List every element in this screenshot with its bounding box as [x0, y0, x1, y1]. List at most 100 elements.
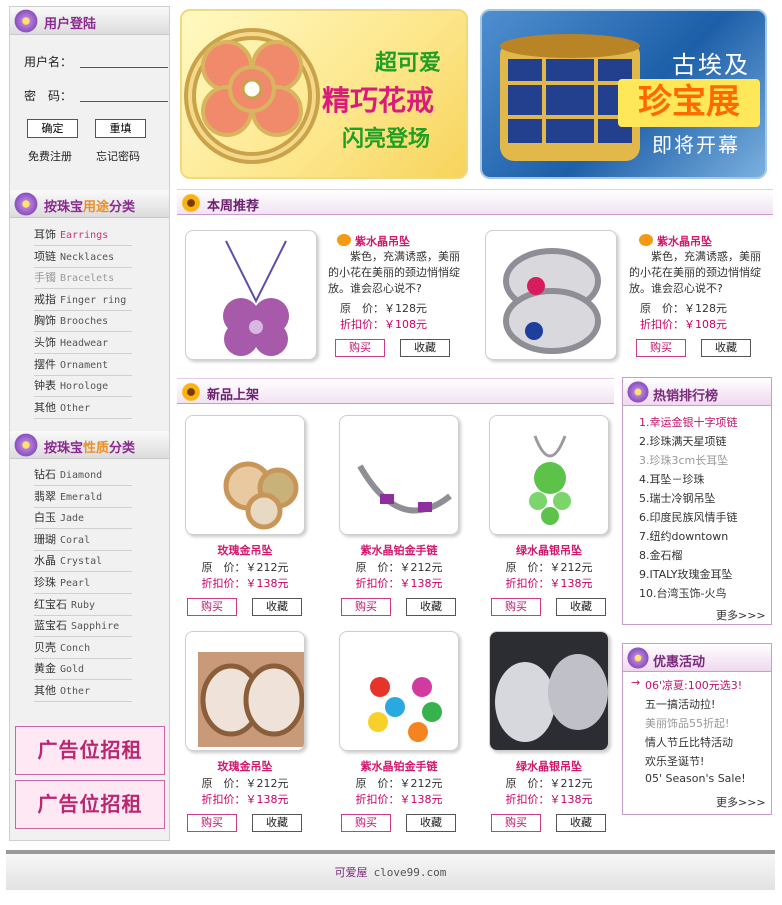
fire-icon — [639, 234, 653, 246]
category-item[interactable]: 戒指 Finger ring — [34, 290, 132, 311]
promotion-item[interactable]: 五一搞活动拉! — [645, 696, 715, 712]
new-product-name[interactable]: 玫瑰金吊坠 — [180, 542, 310, 558]
favorite-button[interactable]: 收藏 — [701, 339, 751, 357]
sunflower-icon — [181, 382, 201, 402]
hot-sales-item[interactable]: 9.ITALY玫瑰金耳坠 — [639, 566, 733, 582]
hot-sales-item[interactable]: 10.台湾玉饰-火鸟 — [639, 585, 726, 601]
username-row: 用户名： — [24, 53, 169, 70]
category-name-en: Diamond — [60, 470, 103, 481]
username-input[interactable] — [80, 56, 169, 68]
category-name: 翡翠 — [34, 489, 56, 503]
buy-button[interactable]: 购买 — [335, 339, 385, 357]
category-item[interactable]: 头饰 Headwear — [34, 333, 132, 354]
hot-sales-item[interactable]: 8.金石榴 — [639, 547, 683, 563]
category-name-en: Gold — [60, 664, 85, 676]
category-item[interactable]: 珍珠 Pearl — [34, 573, 132, 594]
promotion-item[interactable]: 欢乐圣诞节! — [645, 753, 704, 769]
category-item[interactable]: 其他 Other — [34, 681, 132, 702]
register-link[interactable]: 免费注册 — [28, 148, 72, 164]
new-product-image[interactable] — [489, 415, 609, 535]
category-item[interactable]: 白玉 Jade — [34, 508, 132, 530]
new-product-name[interactable]: 绿水晶银吊坠 — [484, 542, 614, 558]
hot-sales-item[interactable]: 2.珍珠满天星项链 — [639, 433, 727, 449]
favorite-button[interactable]: 收藏 — [556, 814, 606, 832]
category-name-en: Other — [60, 402, 91, 414]
favorite-button[interactable]: 收藏 — [400, 339, 450, 357]
usage-category-title: 按珠宝用途分类 — [44, 200, 136, 215]
new-product-image[interactable] — [339, 631, 459, 751]
promotion-item[interactable]: 美丽饰品55折起! — [645, 715, 729, 731]
left-sidebar: 用户登陆 用户名： 密 码： 确定 重填 免费注册 忘记密码 按珠宝用途分类 耳… — [9, 6, 170, 841]
ad-banner-2[interactable]: 广告位招租 — [15, 780, 165, 829]
weekly-product-image[interactable] — [485, 230, 617, 360]
category-item[interactable]: 黄金 Gold — [34, 659, 132, 681]
confirm-button[interactable]: 确定 — [27, 119, 78, 138]
buy-button[interactable]: 购买 — [341, 814, 391, 832]
new-product-image[interactable] — [185, 415, 305, 535]
forgot-password-link[interactable]: 忘记密码 — [96, 148, 140, 164]
new-product-name[interactable]: 玫瑰金吊坠 — [180, 758, 310, 774]
password-input[interactable] — [80, 90, 169, 102]
favorite-button[interactable]: 收藏 — [252, 598, 302, 616]
category-item[interactable]: 水晶 Crystal — [34, 551, 132, 573]
banner-right-line2: 珍宝展 — [618, 79, 760, 127]
buy-button[interactable]: 购买 — [187, 814, 237, 832]
new-product-image[interactable] — [185, 631, 305, 751]
favorite-button[interactable]: 收藏 — [252, 814, 302, 832]
banner-left-line2: 精巧花戒 — [322, 84, 435, 117]
category-item[interactable]: 手镯 Bracelets — [34, 268, 132, 290]
hot-sales-item[interactable]: 3.珍珠3cm长耳坠 — [639, 452, 728, 468]
category-name-en: Coral — [60, 534, 91, 546]
category-name: 白玉 — [34, 511, 56, 525]
weekly-product-name[interactable]: 紫水晶吊坠 — [657, 233, 712, 249]
banner-egypt-exhibition[interactable]: 古埃及 珍宝展 即将开幕 — [480, 9, 767, 179]
category-name: 红宝石 — [34, 597, 67, 611]
hot-sales-item[interactable]: 5.瑞士冷钢吊坠 — [639, 490, 716, 506]
favorite-button[interactable]: 收藏 — [556, 598, 606, 616]
new-product-name[interactable]: 紫水晶铂金手链 — [334, 542, 464, 558]
category-name: 戒指 — [34, 292, 56, 306]
category-item[interactable]: 摆件 Ornament — [34, 355, 132, 376]
new-product-image[interactable] — [489, 631, 609, 751]
category-item[interactable]: 钟表 Horologe — [34, 376, 132, 398]
buy-button[interactable]: 购买 — [491, 598, 541, 616]
buy-button[interactable]: 购买 — [491, 814, 541, 832]
ad-banner-1[interactable]: 广告位招租 — [15, 726, 165, 775]
footer-domain[interactable]: clove99.com — [374, 866, 447, 879]
new-product-image[interactable] — [339, 415, 459, 535]
promotion-item[interactable]: 情人节丘比特活动 — [645, 734, 733, 750]
category-item[interactable]: 贝壳 Conch — [34, 638, 132, 659]
category-item[interactable]: 其他 Other — [34, 398, 132, 419]
favorite-button[interactable]: 收藏 — [406, 814, 456, 832]
category-item[interactable]: 蓝宝石 Sapphire — [34, 616, 132, 638]
new-product-name[interactable]: 紫水晶铂金手链 — [334, 758, 464, 774]
hot-sales-item[interactable]: 4.耳坠－珍珠 — [639, 471, 705, 487]
favorite-button[interactable]: 收藏 — [406, 598, 456, 616]
promotion-item[interactable]: 06'凉夏:100元选3! — [645, 677, 742, 693]
category-item[interactable]: 项链 Necklaces — [34, 247, 132, 268]
buy-button[interactable]: 购买 — [636, 339, 686, 357]
category-item[interactable]: 胸饰 Brooches — [34, 311, 132, 333]
category-item[interactable]: 翡翠 Emerald — [34, 487, 132, 508]
buy-button[interactable]: 购买 — [187, 598, 237, 616]
banner-flower-ring[interactable]: 超可爱 精巧花戒 闪亮登场 — [180, 9, 468, 179]
category-item[interactable]: 耳饰 Earrings — [34, 225, 132, 246]
hot-sales-item[interactable]: 1.幸运金银十字项链 — [639, 414, 738, 430]
weekly-product-name[interactable]: 紫水晶吊坠 — [355, 233, 410, 249]
promotion-item[interactable]: 05' Season's Sale! — [645, 772, 746, 785]
promo-more-link[interactable]: 更多>>> — [716, 794, 766, 810]
new-product-name[interactable]: 绿水晶银吊坠 — [484, 758, 614, 774]
hot-more-link[interactable]: 更多>>> — [716, 607, 766, 623]
flower-icon — [13, 8, 39, 34]
category-item[interactable]: 红宝石 Ruby — [34, 595, 132, 616]
hot-sales-item[interactable]: 6.印度民族风情手链 — [639, 509, 738, 525]
category-name: 黄金 — [34, 662, 56, 676]
category-item[interactable]: 珊瑚 Coral — [34, 530, 132, 551]
weekly-product-image[interactable] — [185, 230, 317, 360]
hot-sales-item[interactable]: 7.纽约downtown — [639, 528, 728, 544]
buy-button[interactable]: 购买 — [341, 598, 391, 616]
new-arrivals-title: 新品上架 — [207, 388, 260, 403]
reset-button[interactable]: 重填 — [95, 119, 146, 138]
category-name: 珊瑚 — [34, 532, 56, 546]
category-item[interactable]: 钻石 Diamond — [34, 465, 132, 486]
